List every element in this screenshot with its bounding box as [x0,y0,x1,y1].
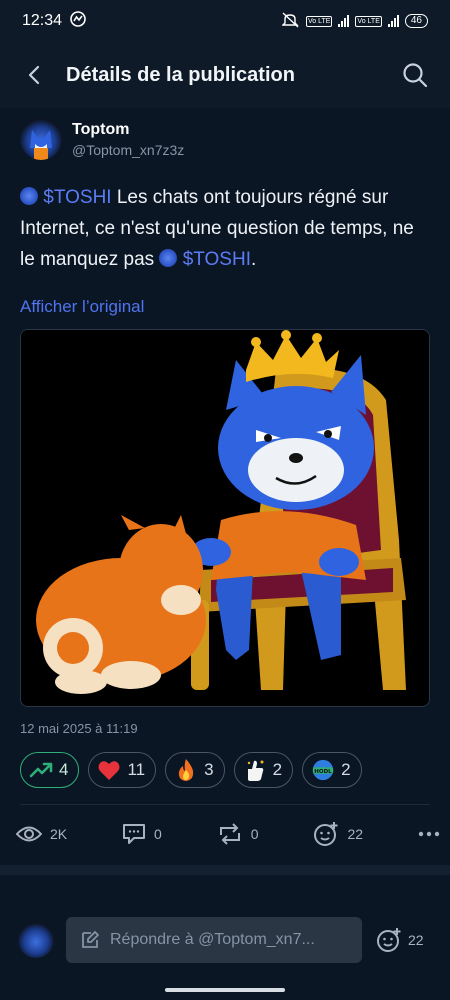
reaction-heart[interactable]: 11 [88,752,157,788]
cashtag-link[interactable]: $TOSHI [183,249,251,270]
cashtag-link[interactable]: $TOSHI [43,187,111,208]
post-image[interactable] [20,329,430,707]
signal-icon [338,15,350,27]
post-container: Toptom @Toptom_xn7z3z $TOSHI Les chats o… [0,114,450,805]
emoji-add-icon [377,928,401,952]
trending-up-icon [29,758,53,782]
svg-text:HODL: HODL [314,769,332,775]
fire-icon [174,758,198,782]
reaction-count: 11 [127,760,146,779]
app-notification-icon [70,10,86,32]
more-horizontal-icon [418,831,440,837]
comment-button[interactable]: 0 [122,823,162,845]
views-button[interactable]: 2K [16,825,67,843]
post-actions-bar: 2K 0 0 22 [0,805,450,863]
section-divider [0,865,450,875]
battery-indicator: 46 [404,14,428,28]
status-bar: 12:34 Vo LTE Vo LTE 46 [0,0,450,42]
post-timestamp: 12 mai 2025 à 11:19 [20,721,138,736]
post-body-end: . [250,249,257,270]
reply-placeholder: Répondre à @Toptom_xn7... [110,931,315,948]
add-reaction-button[interactable]: 22 [313,821,363,847]
post-text: $TOSHI Les chats ont toujours régné sur … [20,182,430,275]
home-indicator[interactable] [165,988,285,992]
reaction-hodl[interactable]: HODL 2 [302,752,362,788]
mute-icon [281,11,300,31]
signal-icon-2 [387,15,399,27]
reaction-fire[interactable]: 3 [165,752,225,788]
reaction-count: 3 [204,760,214,779]
emoji-reactions-count: 22 [347,826,364,842]
reaction-count: 2 [272,760,283,779]
comments-count: 0 [154,826,162,842]
reply-reaction-count: 22 [408,932,424,948]
eye-icon [16,826,42,842]
toshi-emoji-icon [20,187,38,205]
search-button[interactable] [400,60,430,90]
repost-icon [219,823,240,845]
reply-bar: Répondre à @Toptom_xn7... 22 [0,905,450,975]
author-handle: @Toptom_xn7z3z [72,141,185,158]
volte-badge-1: Vo LTE [305,15,333,27]
thumbs-up-icon [243,758,267,782]
emoji-add-icon [314,822,338,846]
top-app-bar: Détails de la publication [0,42,450,108]
hodl-icon: HODL [311,758,335,782]
views-count: 2K [50,826,68,842]
comment-icon [123,824,146,844]
more-options-button[interactable] [418,831,440,837]
post-author[interactable]: Toptom @Toptom_xn7z3z [20,114,430,164]
current-user-avatar[interactable] [18,922,54,958]
author-name[interactable]: Toptom [72,121,184,139]
reaction-trending[interactable]: 4 [20,752,80,788]
reply-input[interactable]: Répondre à @Toptom_xn7... [66,917,362,963]
volte-badge-2: Vo LTE [355,15,382,27]
reaction-count: 4 [59,760,69,779]
reply-reaction-button[interactable]: 22 [376,927,424,953]
reposts-count: 0 [250,826,259,842]
reaction-count: 2 [341,760,351,779]
toshi-emoji-icon [159,249,178,267]
repost-button[interactable]: 0 [217,823,259,845]
avatar[interactable] [20,118,62,160]
heart-icon [97,758,121,782]
search-icon [403,63,428,88]
status-time: 12:34 [22,12,63,29]
chevron-left-icon [28,65,40,85]
reaction-thumbs-up[interactable]: 2 [233,752,294,788]
page-title: Détails de la publication [66,63,295,86]
show-original-link[interactable]: Afficher l’original [20,297,430,317]
edit-icon [82,931,99,948]
reactions-row: 4 11 3 2 HODL 2 [20,752,430,788]
back-button[interactable] [20,61,48,89]
